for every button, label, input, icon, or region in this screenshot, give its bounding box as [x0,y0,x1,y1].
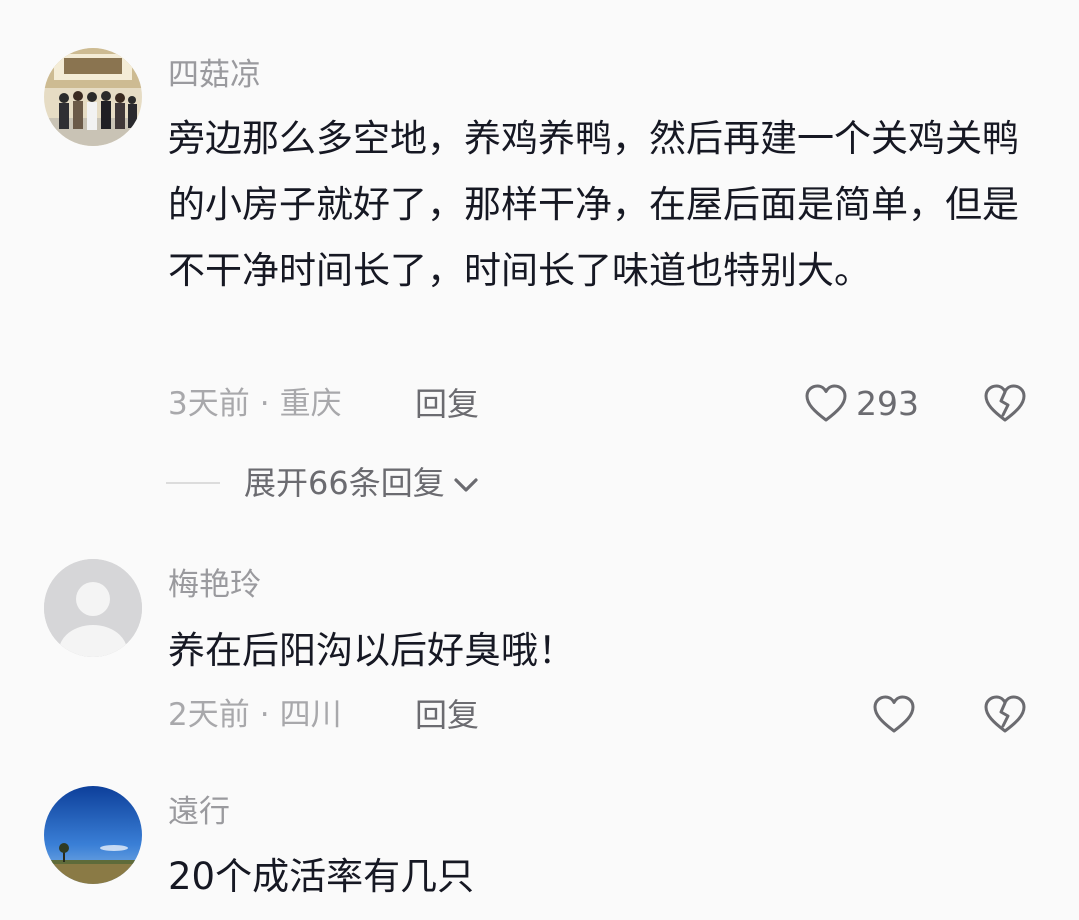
username[interactable]: 四菇凉 [168,55,261,95]
group-photo-avatar-icon [44,48,142,146]
avatar[interactable] [44,786,142,884]
sky-landscape-avatar-icon [44,786,142,884]
comment-time: 3天前 [168,386,250,422]
expand-replies-label: 展开66条回复 [244,464,445,502]
comment-time: 2天前 [168,697,250,733]
broken-heart-icon [984,695,1026,733]
chevron-down-icon [454,478,478,492]
dislike-button[interactable] [983,693,1027,741]
username[interactable]: 遠行 [168,792,230,832]
comment-location: 重庆 [279,386,342,422]
reply-button[interactable]: 回复 [415,695,479,735]
broken-heart-icon [984,384,1026,422]
avatar[interactable] [44,559,142,657]
meta-separator: · [259,697,270,733]
default-user-avatar-icon [44,559,142,657]
comment-meta: 3天前 · 重庆 [168,384,342,424]
comment-text: 旁边那么多空地，养鸡养鸭，然后再建一个关鸡关鸭的小房子就好了，那样干净，在屋后面… [168,117,1019,292]
heart-icon [873,695,915,733]
reply-button[interactable]: 回复 [415,384,479,424]
avatar[interactable] [44,48,142,146]
like-button[interactable]: 293 [804,382,919,426]
heart-icon [805,384,847,422]
comment-text: 养在后阳沟以后好臭哦！ [168,629,575,672]
meta-separator: · [259,386,270,422]
comment-text: 20个成活率有几只 [168,855,475,898]
expand-replies-button[interactable]: 展开66条回复 [166,463,481,503]
comment-meta: 2天前 · 四川 [168,695,342,735]
like-count: 293 [856,384,919,423]
like-button[interactable] [872,693,916,737]
comment-location: 四川 [279,697,342,733]
username[interactable]: 梅艳玲 [168,565,261,605]
divider-line [166,482,220,484]
dislike-button[interactable] [983,382,1027,430]
